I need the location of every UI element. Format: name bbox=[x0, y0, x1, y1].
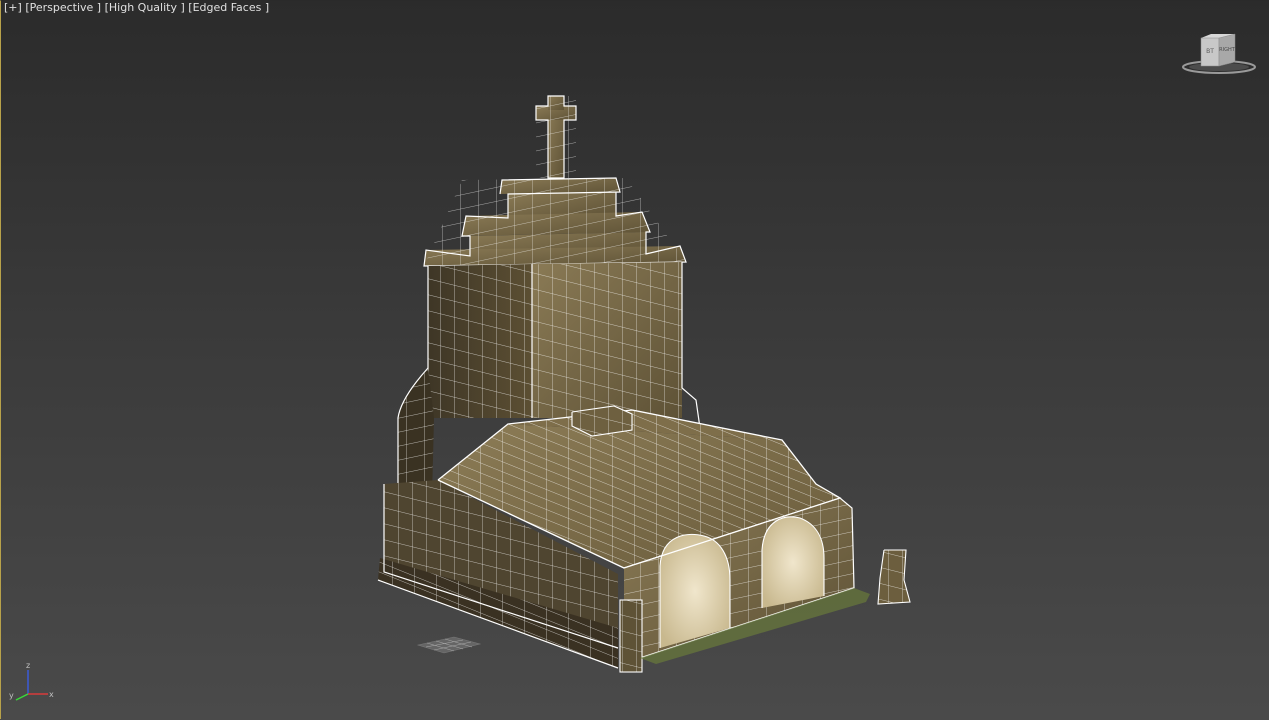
y-axis-line bbox=[15, 693, 29, 701]
display-style-menu[interactable]: [Edged Faces ] bbox=[188, 1, 269, 14]
tower-tiers bbox=[423, 177, 687, 267]
general-viewport-menu[interactable]: [+] bbox=[4, 1, 22, 14]
perspective-viewport[interactable]: [+] [Perspective ] [High Quality ] [Edge… bbox=[0, 0, 1269, 720]
tower-body bbox=[427, 262, 701, 429]
axis-tripod-gizmo: z y x bbox=[9, 661, 54, 701]
point-of-view-menu[interactable]: [Perspective ] bbox=[25, 1, 101, 14]
z-axis-label: z bbox=[26, 661, 30, 670]
right-arch bbox=[762, 516, 824, 608]
viewcube-front-label: BT bbox=[1206, 48, 1214, 55]
cross-finial bbox=[535, 95, 577, 179]
left-arch bbox=[660, 534, 730, 648]
viewcube-right-label: RIGHT bbox=[1219, 47, 1236, 53]
x-axis-label: x bbox=[49, 690, 54, 699]
y-axis-label: y bbox=[9, 691, 14, 700]
viewport-label-menu: [+] [Perspective ] [High Quality ] [Edge… bbox=[4, 1, 269, 14]
side-post bbox=[877, 549, 911, 605]
mausoleum-mesh[interactable] bbox=[370, 88, 920, 678]
shading-quality-menu[interactable]: [High Quality ] bbox=[105, 1, 185, 14]
viewcube[interactable]: BT RIGHT bbox=[1181, 32, 1257, 76]
